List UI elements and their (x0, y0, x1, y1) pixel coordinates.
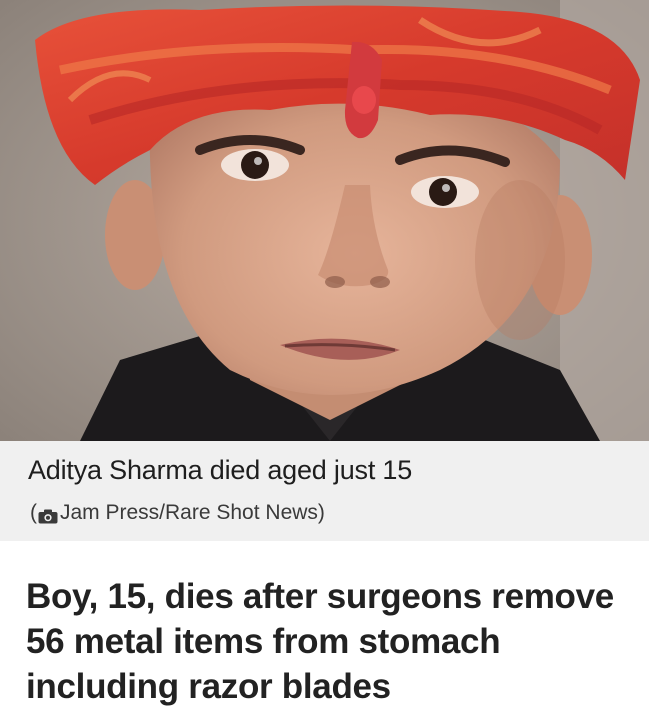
credit-open-paren: ( (30, 501, 37, 524)
article-photo[interactable] (0, 0, 649, 441)
article-page: Aditya Sharma died aged just 15 ( Jam Pr… (0, 0, 649, 720)
credit-text: Jam Press/Rare Shot News) (60, 501, 325, 524)
image-credit: ( Jam Press/Rare Shot News) (30, 501, 325, 525)
image-caption: Aditya Sharma died aged just 15 (28, 455, 413, 485)
camera-icon (38, 506, 58, 523)
article-headline[interactable]: Boy, 15, dies after surgeons remove 56 m… (26, 574, 636, 709)
portrait-image (0, 0, 649, 441)
caption-box: Aditya Sharma died aged just 15 ( Jam Pr… (0, 441, 649, 541)
